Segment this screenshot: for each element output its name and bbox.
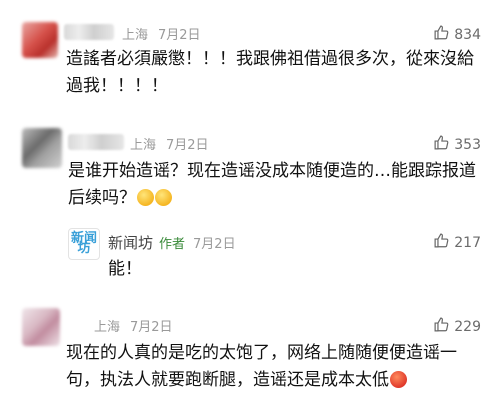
angry-emoji-icon [390,371,407,388]
like-button[interactable]: 834 [433,24,481,45]
like-count: 217 [454,234,481,251]
publisher-logo-text: 新闻坊 [70,231,97,256]
comment-line: 现在的人真的是吃的太饱了，网络上随随便便造谣一 [66,343,457,363]
date-text: 7月2日 [130,320,173,335]
thumbs-up-icon [433,316,450,337]
comment-meta: 上海 7月2日 [122,24,201,43]
thinking-emoji-icon [137,189,154,206]
comment-item: 上海 7月2日 834 造謠者必須嚴懲！！！我跟佛祖借過很多次，從來沒給 過我！！… [0,0,499,110]
date-text: 7月2日 [158,28,201,43]
location-text: 上海 [122,28,149,43]
comment-item: 上海 7月2日 229 现在的人真的是吃的太饱了，网络上随随便便造谣一 句，执法人… [0,300,499,405]
comment-text: 是谁开始造谣？现在造谣没成本随便造的…能跟踪报道 后续吗？ [68,158,476,212]
publisher-logo[interactable]: 新闻坊 [68,228,100,260]
date-text: 7月2日 [166,138,209,153]
comment-line: 過我！！！！ [66,76,168,96]
thinking-emoji-icon [155,189,172,206]
author-badge: 作者 [159,237,186,252]
thumbs-up-icon [433,24,450,45]
comment-meta: 上海 7月2日 [130,134,209,153]
comment-item: 上海 7月2日 353 是谁开始造谣？现在造谣没成本随便造的…能跟踪报道 后续吗？ [0,120,499,220]
comment-line-with-emoji: 后续吗？ [68,185,476,212]
blurred-username[interactable] [68,134,124,150]
like-button[interactable]: 217 [433,232,481,253]
publisher-name[interactable]: 新闻坊 [108,234,153,252]
comment-line: 造謠者必須嚴懲！！！我跟佛祖借過很多次，從來沒給 [66,49,474,69]
like-button[interactable]: 229 [433,316,481,337]
comment-text: 造謠者必須嚴懲！！！我跟佛祖借過很多次，從來沒給 過我！！！！ [66,46,474,100]
author-reply: 新闻坊 新闻坊 作者 7月2日 217 能！ [0,222,499,292]
comment-meta: 上海 7月2日 [94,316,173,335]
avatar[interactable] [22,308,60,346]
like-count: 353 [454,136,481,153]
comment-text: 现在的人真的是吃的太饱了，网络上随随便便造谣一 句，执法人就要跑断腿，造谣还是成… [66,340,457,394]
thumbs-up-icon [433,134,450,155]
comment-line-with-emoji: 句，执法人就要跑断腿，造谣还是成本太低 [66,367,457,394]
avatar[interactable] [22,128,62,168]
like-count: 834 [454,26,481,43]
thumbs-up-icon [433,232,450,253]
comment-line: 能！ [108,259,142,279]
location-text: 上海 [94,320,121,335]
publisher-header: 新闻坊 作者 7月2日 [108,232,236,253]
comment-line-text: 句，执法人就要跑断腿，造谣还是成本太低 [66,370,389,390]
date-text: 7月2日 [193,237,236,252]
like-button[interactable]: 353 [433,134,481,155]
blurred-username[interactable] [64,24,114,40]
comment-line: 是谁开始造谣？现在造谣没成本随便造的…能跟踪报道 [68,161,476,181]
like-count: 229 [454,318,481,335]
avatar[interactable] [22,22,58,58]
comment-text: 能！ [108,256,142,283]
comment-line-text: 后续吗？ [68,188,136,208]
location-text: 上海 [130,138,157,153]
